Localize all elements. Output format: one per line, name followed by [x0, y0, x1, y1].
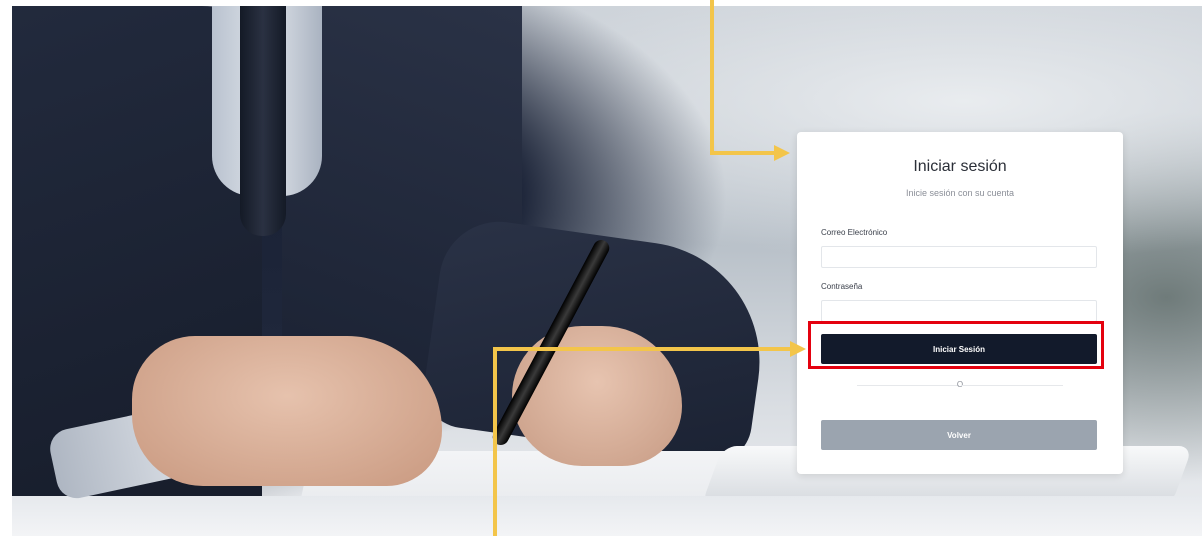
arrow-right-icon	[710, 0, 790, 161]
login-card: Iniciar sesión Inicie sesión con su cuen…	[797, 132, 1123, 474]
tie-shape	[240, 6, 286, 236]
email-field[interactable]	[821, 246, 1097, 268]
divider-line-right	[961, 385, 1063, 386]
email-label: Correo Electrónico	[821, 228, 888, 237]
password-field[interactable]	[821, 300, 1097, 322]
login-title: Iniciar sesión	[913, 158, 1007, 175]
login-subtitle: Inicie sesión con su cuenta	[905, 188, 1015, 198]
highlight-box	[808, 321, 1104, 369]
back-button[interactable]: Volver	[821, 420, 1097, 450]
hand-shape	[132, 336, 442, 486]
divider-text: O	[956, 380, 964, 389]
password-label: Contraseña	[821, 282, 863, 291]
arrow-right-icon	[493, 341, 806, 536]
